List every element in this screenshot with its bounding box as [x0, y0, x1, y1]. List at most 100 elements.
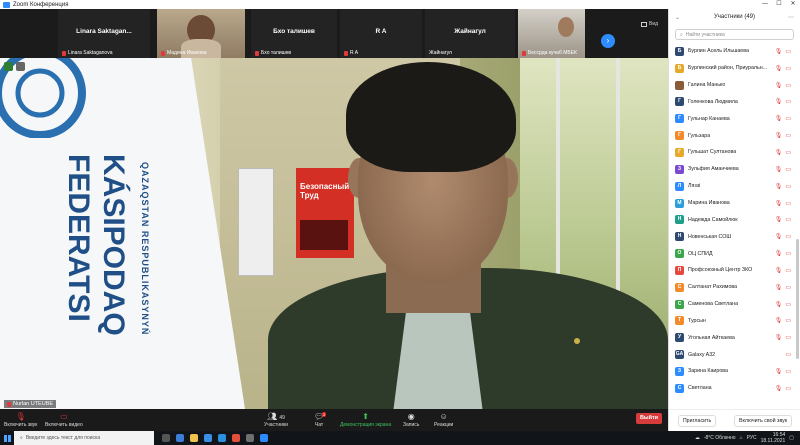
start-video-button[interactable]: ▭ Включить видео: [45, 411, 83, 428]
participant-search-input[interactable]: ⌕ Найти участника: [675, 29, 794, 40]
close-icon[interactable]: ✕: [786, 0, 800, 9]
app-title: Zoom Конференция: [0, 1, 68, 8]
weather-text: -8°C Облачно: [703, 435, 736, 441]
unmute-button[interactable]: 🎙︎ Включить звук: [4, 411, 37, 428]
unmute-me-button[interactable]: Включить свой звук: [734, 414, 793, 427]
participant-row[interactable]: С Светлана 🎙︎ ▭: [669, 380, 795, 397]
chat-button[interactable]: 💬︎ 2 Чат: [314, 411, 327, 428]
avatar: М: [675, 198, 684, 208]
participant-row[interactable]: Б Бурлин Асель Ильшаева 🎙︎ ▭: [669, 43, 795, 60]
participant-row[interactable]: М Марина Иванова 🎙︎ ▭: [669, 195, 795, 212]
tile-name: Жайнагул: [454, 28, 486, 35]
participant-row[interactable]: Н Надежда Самойлюк 🎙︎ ▭: [669, 211, 795, 228]
taskbar-search-input[interactable]: ⌕ Введите здесь текст для поиска: [14, 431, 154, 445]
muted-mic-icon: [62, 50, 66, 56]
view-button[interactable]: Вид: [641, 21, 658, 27]
chevron-down-icon[interactable]: ⌄: [675, 14, 680, 21]
participant-row[interactable]: GA Galaxy A32 ▭: [669, 346, 795, 363]
word-icon[interactable]: [218, 434, 226, 442]
start-button[interactable]: [0, 431, 14, 445]
participant-row[interactable]: О ОЦ СПИД 🎙︎ ▭: [669, 245, 795, 262]
participants-button[interactable]: 👥︎ 49 Участники: [264, 411, 288, 428]
muted-mic-icon: 🎙︎: [774, 183, 783, 190]
participant-row[interactable]: Г Гульзара 🎙︎ ▭: [669, 127, 795, 144]
participant-row[interactable]: Л Ляззі 🎙︎ ▭: [669, 178, 795, 195]
participant-name: Ляззі: [688, 183, 701, 190]
notifications-icon[interactable]: ▢: [789, 435, 794, 441]
record-button[interactable]: ◉ Запись: [403, 411, 419, 428]
participant-status: 🎙︎ ▭: [775, 115, 791, 122]
participant-tile-video[interactable]: Мадина Иванова: [157, 9, 245, 58]
invite-button[interactable]: Пригласить: [677, 414, 717, 427]
avatar: С: [675, 299, 684, 309]
share-screen-icon: ⬆︎: [362, 412, 369, 421]
video-off-icon: ▭: [785, 133, 791, 140]
muted-mic-icon: 🎙︎: [774, 200, 783, 207]
record-label: Запись: [403, 422, 420, 428]
participant-tile-video[interactable]: Бессрда кучаб МБЕК: [518, 9, 585, 58]
shield-icon[interactable]: [4, 62, 13, 71]
taskbar-apps: [162, 434, 268, 442]
zoom-taskbar-icon[interactable]: [260, 434, 268, 442]
participant-row[interactable]: Г Гульшат Султанова 🎙︎ ▭: [669, 144, 795, 161]
share-screen-button[interactable]: ⬆︎ Демонстрация экрана: [340, 411, 391, 428]
participant-row[interactable]: З Зульфия Аманчиева 🎙︎ ▭: [669, 161, 795, 178]
panel-header: ⌄ Участники (49) ⋯: [669, 9, 800, 25]
participants-panel: ⌄ Участники (49) ⋯ ⌕ Найти участника Б Бу…: [668, 9, 800, 431]
participant-name: Саменова Светлана: [688, 301, 739, 308]
participant-row[interactable]: У Угольная Айткаева 🎙︎ ▭: [669, 329, 795, 346]
participant-tile[interactable]: Бхо талишев Бхо талишев: [251, 9, 337, 58]
muted-mic-icon: 🎙︎: [15, 412, 26, 421]
network-icon[interactable]: ⌂: [740, 435, 743, 441]
participant-row[interactable]: Н Новенськая СОШ 🎙︎ ▭: [669, 228, 795, 245]
avatar: О: [675, 249, 684, 259]
participant-row[interactable]: Т Турсын 🎙︎ ▭: [669, 313, 795, 330]
task-view-icon[interactable]: [162, 434, 170, 442]
chrome-icon[interactable]: [232, 434, 240, 442]
language-indicator[interactable]: РУС: [747, 435, 757, 441]
participant-status: 🎙︎ ▭: [775, 368, 791, 375]
muted-mic-icon: [522, 50, 526, 56]
participant-tile[interactable]: Linara Saktagan... Linara Saktaganova: [58, 9, 150, 58]
video-off-icon: ▭: [785, 368, 791, 375]
participant-row[interactable]: Галина Манько 🎙︎ ▭: [669, 77, 795, 94]
info-icon[interactable]: [16, 62, 25, 71]
minimize-icon[interactable]: —: [758, 0, 772, 9]
participant-row[interactable]: Г Гульнар Канаева 🎙︎ ▭: [669, 110, 795, 127]
app-icon[interactable]: [246, 434, 254, 442]
clock[interactable]: 16:54 18.11.2021: [761, 432, 786, 444]
participant-name: Голенкова Людмила: [688, 98, 738, 105]
participant-row[interactable]: С Салтанат Рахимова 🎙︎ ▭: [669, 279, 795, 296]
participant-row[interactable]: Г Голенкова Людмила 🎙︎ ▭: [669, 94, 795, 111]
participant-status: 🎙︎ ▭: [775, 284, 791, 291]
participant-status: 🎙︎ ▭: [775, 250, 791, 257]
participant-tile[interactable]: Жайнагул Жайнагул: [425, 9, 515, 58]
windows-logo-icon: [3, 434, 11, 442]
participants-icon: 👥︎ 49: [266, 412, 285, 421]
video-off-icon: ▭: [785, 318, 791, 325]
maximize-icon[interactable]: ☐: [772, 0, 786, 9]
avatar: GA: [675, 350, 684, 360]
chat-badge: 2: [322, 412, 327, 417]
participant-row[interactable]: З Зарина Каирова 🎙︎ ▭: [669, 363, 795, 380]
participant-row[interactable]: Б Бурлинский район, Приуральн... 🎙︎ ▭: [669, 60, 795, 77]
video-off-icon: ▭: [785, 352, 791, 359]
more-options-icon[interactable]: ⋯: [788, 14, 794, 21]
share-screen-label: Демонстрация экрана: [340, 422, 392, 428]
next-page-button[interactable]: ›: [601, 34, 615, 48]
edge-icon[interactable]: [176, 434, 184, 442]
panel-scrollbar[interactable]: [796, 239, 799, 359]
participant-row[interactable]: С Саменова Светлана 🎙︎ ▭: [669, 296, 795, 313]
avatar: Б: [675, 46, 684, 56]
leave-button[interactable]: Выйти: [636, 413, 662, 424]
explorer-icon[interactable]: [190, 434, 198, 442]
participant-tile[interactable]: R A R A: [340, 9, 422, 58]
store-icon[interactable]: [204, 434, 212, 442]
participant-status: 🎙︎ ▭: [775, 200, 791, 207]
muted-mic-icon: 🎙︎: [774, 267, 783, 274]
reactions-button[interactable]: ☺ Реакции: [434, 411, 453, 428]
zoom-logo-icon: [3, 1, 10, 8]
video-off-icon: ▭: [785, 200, 791, 207]
avatar: Г: [675, 97, 684, 107]
participant-row[interactable]: П Профсоюзный Центр ЗКО 🎙︎ ▭: [669, 262, 795, 279]
